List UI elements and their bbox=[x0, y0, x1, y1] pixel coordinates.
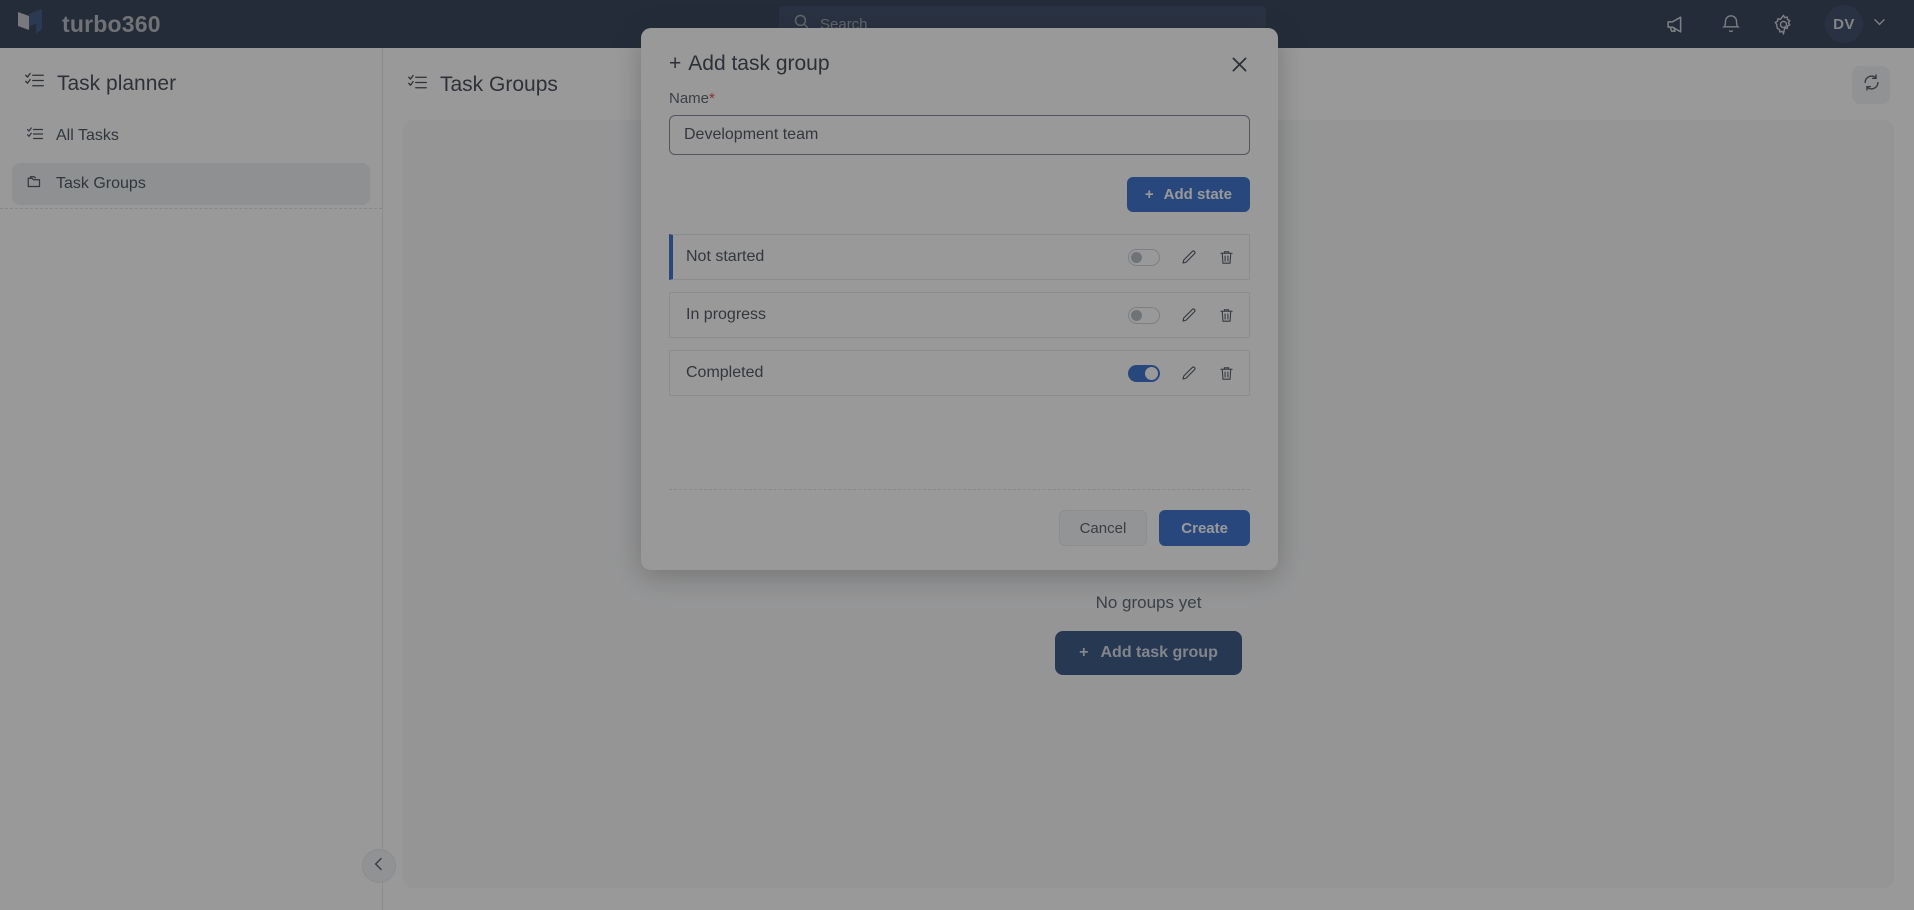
modal-overlay[interactable] bbox=[0, 0, 1914, 910]
